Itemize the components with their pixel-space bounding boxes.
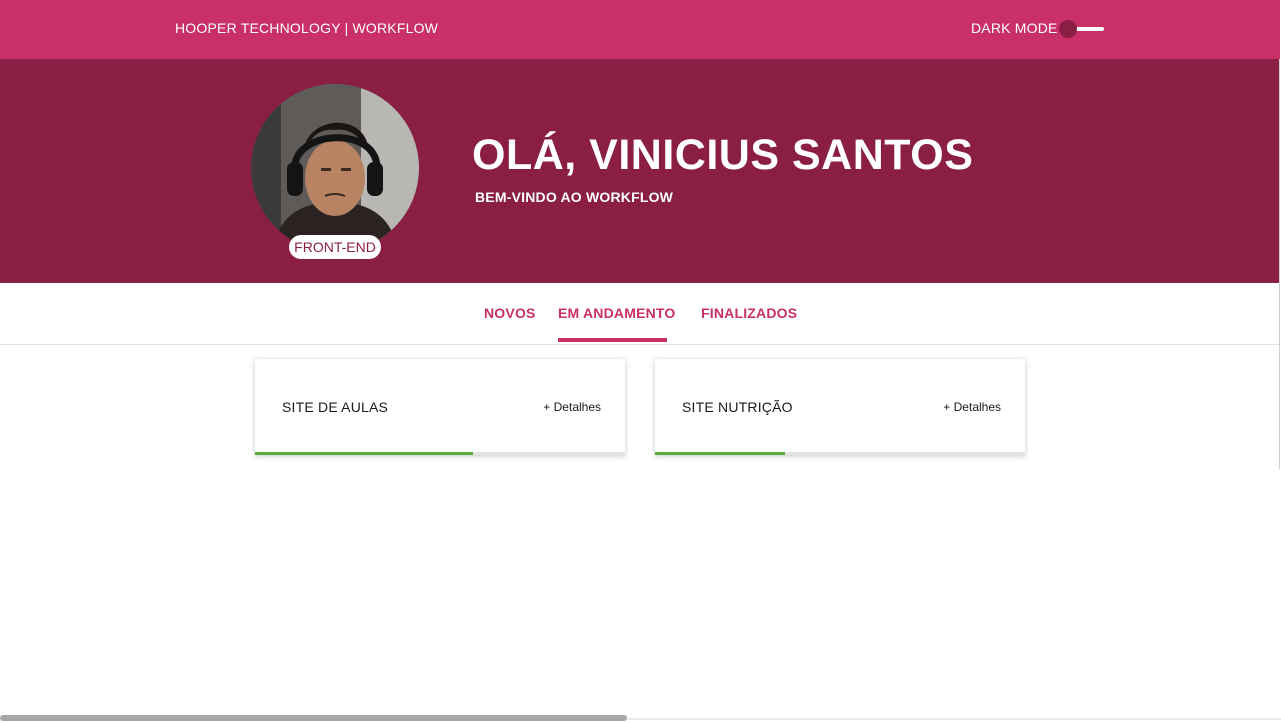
greeting-title: OLÁ, VINICIUS SANTOS <box>472 131 974 179</box>
progress-bar <box>255 452 625 455</box>
dark-mode-label: DARK MODE <box>971 20 1058 36</box>
avatar-photo <box>251 84 419 252</box>
welcome-subtitle: BEM-VINDO AO WORKFLOW <box>475 189 674 205</box>
tab-novos[interactable]: NOVOS <box>484 305 536 321</box>
project-card[interactable]: SITE NUTRIÇÃO + Detalhes <box>655 359 1025 455</box>
project-card[interactable]: SITE DE AULAS + Detalhes <box>255 359 625 455</box>
progress-fill <box>655 452 785 455</box>
horizontal-scrollbar[interactable] <box>0 714 1281 723</box>
role-badge: FRONT-END <box>289 235 381 259</box>
details-link[interactable]: + Detalhes <box>943 400 1001 414</box>
project-title: SITE NUTRIÇÃO <box>682 399 793 415</box>
horizontal-scrollbar-thumb[interactable] <box>0 715 627 721</box>
progress-bar <box>655 452 1025 455</box>
toggle-knob <box>1059 20 1077 38</box>
brand-title[interactable]: HOOPER TECHNOLOGY | WORKFLOW <box>175 20 438 36</box>
tab-em-andamento[interactable]: EM ANDAMENTO <box>558 305 676 321</box>
avatar <box>251 84 419 252</box>
progress-fill <box>255 452 474 455</box>
tab-finalizados[interactable]: FINALIZADOS <box>701 305 797 321</box>
active-tab-indicator <box>558 338 667 342</box>
horizontal-scrollbar-track-line <box>627 718 1281 720</box>
project-title: SITE DE AULAS <box>282 399 389 415</box>
dark-mode-toggle[interactable] <box>1058 19 1106 39</box>
details-link[interactable]: + Detalhes <box>543 400 601 414</box>
top-bar: HOOPER TECHNOLOGY | WORKFLOW DARK MODE <box>0 0 1280 59</box>
tabs-bar: NOVOS EM ANDAMENTO FINALIZADOS <box>0 283 1280 345</box>
